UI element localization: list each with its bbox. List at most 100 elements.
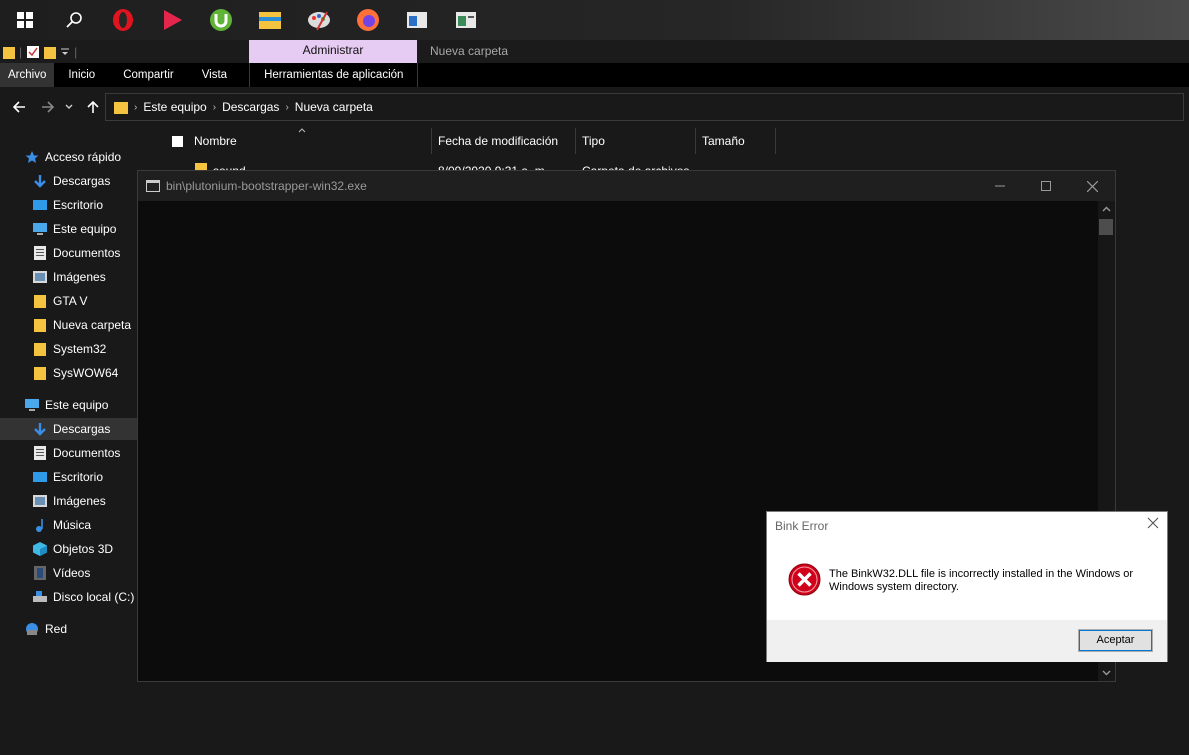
column-divider[interactable] <box>695 128 696 154</box>
close-button[interactable] <box>1069 171 1115 201</box>
scroll-down-arrow-icon[interactable] <box>1102 670 1111 676</box>
sidebar-item-musica[interactable]: Música <box>32 514 137 536</box>
column-header-tamano[interactable]: Tamaño <box>702 128 745 154</box>
arrow-right-icon <box>42 101 55 113</box>
maximize-button[interactable] <box>1023 171 1069 201</box>
dialog-close-button[interactable] <box>1147 516 1159 534</box>
sidebar-item-disco-local[interactable]: Disco local (C:) <box>32 586 137 608</box>
chevron-down-icon <box>65 104 73 109</box>
address-bar[interactable]: › Este equipo › Descargas › Nueva carpet… <box>105 93 1184 121</box>
column-header-fecha[interactable]: Fecha de modificación <box>438 128 558 154</box>
forward-button[interactable] <box>39 98 57 116</box>
column-header-nombre[interactable]: Nombre <box>194 128 237 154</box>
breadcrumb-este-equipo[interactable]: Este equipo <box>137 100 212 114</box>
scrollbar-thumb[interactable] <box>1099 219 1113 235</box>
folder-icon[interactable] <box>3 45 15 59</box>
sidebar-item-nueva-carpeta[interactable]: Nueva carpeta <box>32 314 137 336</box>
breadcrumb-nueva-carpeta[interactable]: Nueva carpeta <box>289 100 379 114</box>
dialog-message: The BinkW32.DLL file is incorrectly inst… <box>829 568 1134 593</box>
sidebar-item-descargas-pc[interactable]: Descargas <box>0 418 137 440</box>
sidebar-item-system32[interactable]: System32 <box>32 338 137 360</box>
sidebar-item-label: Descargas <box>53 422 111 436</box>
column-header-tipo[interactable]: Tipo <box>582 128 605 154</box>
sidebar-item-este-equipo[interactable]: Este equipo <box>24 394 137 416</box>
error-icon <box>788 563 821 596</box>
sidebar-item-objetos-3d[interactable]: Objetos 3D <box>32 538 137 560</box>
column-divider[interactable] <box>431 128 432 154</box>
maximize-icon <box>1041 181 1051 191</box>
error-dialog[interactable]: Bink Error The BinkW32.DLL file is incor… <box>766 511 1168 662</box>
firefox-taskbar-button[interactable] <box>343 0 392 40</box>
download-arrow-icon <box>32 421 48 437</box>
recent-locations-button[interactable] <box>63 98 75 116</box>
sort-ascending-icon <box>298 128 306 133</box>
close-icon <box>1147 517 1159 529</box>
sidebar-item-label: Objetos 3D <box>53 542 114 556</box>
folder-icon <box>32 293 48 309</box>
console-titlebar[interactable]: bin\plutonium-bootstrapper-win32.exe <box>138 171 1115 201</box>
download-arrow-icon <box>32 173 48 189</box>
breadcrumb-descargas[interactable]: Descargas <box>216 100 285 114</box>
sidebar-item-documentos[interactable]: Documentos <box>32 442 137 464</box>
sidebar-item-label: Red <box>45 622 68 636</box>
folder-icon <box>32 341 48 357</box>
tab-vista[interactable]: Vista <box>188 63 241 87</box>
sidebar-item-label: Escritorio <box>53 470 104 484</box>
context-tab-administrar[interactable]: Administrar <box>249 40 417 63</box>
search-button[interactable] <box>49 0 98 40</box>
sidebar-item-red[interactable]: Red <box>24 618 137 640</box>
play-icon <box>163 10 182 30</box>
column-divider[interactable] <box>775 128 776 154</box>
sidebar-item-videos[interactable]: Vídeos <box>32 562 137 584</box>
sidebar-item-documentos-quick[interactable]: Documentos <box>32 242 137 264</box>
folder-icon <box>258 12 281 29</box>
sidebar-item-escritorio-pc[interactable]: Escritorio <box>32 466 137 488</box>
tab-archivo[interactable]: Archivo <box>0 63 55 87</box>
customize-arrow-icon[interactable] <box>60 47 70 57</box>
column-divider[interactable] <box>575 128 576 154</box>
start-button[interactable] <box>0 0 49 40</box>
up-button[interactable] <box>84 98 102 116</box>
sidebar-item-syswow64[interactable]: SysWOW64 <box>32 362 137 384</box>
sidebar-item-escritorio[interactable]: Escritorio <box>32 194 137 216</box>
app-taskbar-button-2[interactable] <box>441 0 490 40</box>
properties-icon[interactable] <box>26 45 40 59</box>
search-icon <box>65 12 82 28</box>
music-note-icon <box>32 517 48 533</box>
sidebar-item-imagenes[interactable]: Imágenes <box>32 490 137 512</box>
tab-herramientas-de-aplicacion[interactable]: Herramientas de aplicación <box>249 63 419 87</box>
sidebar-item-label: Acceso rápido <box>45 150 122 164</box>
ribbon-tabs: Archivo Inicio Compartir Vista Herramien… <box>0 63 1189 87</box>
scroll-up-arrow-icon[interactable] <box>1102 206 1111 212</box>
file-explorer-taskbar-button[interactable] <box>245 0 294 40</box>
sidebar-item-label: Vídeos <box>53 566 91 580</box>
sidebar-item-label: Este equipo <box>53 222 117 236</box>
sidebar-item-gta-v[interactable]: GTA V <box>32 290 137 312</box>
sidebar-item-descargas[interactable]: Descargas <box>32 170 137 192</box>
tab-compartir[interactable]: Compartir <box>109 63 187 87</box>
folder-icon <box>114 102 128 114</box>
media-player-taskbar-button[interactable] <box>147 0 196 40</box>
network-icon <box>24 621 40 637</box>
app-taskbar-button-1[interactable] <box>392 0 441 40</box>
star-icon <box>24 149 40 165</box>
minimize-button[interactable] <box>977 171 1023 201</box>
select-all-checkbox[interactable] <box>172 136 183 147</box>
new-folder-icon[interactable] <box>44 45 57 59</box>
sidebar-item-acceso-rapido[interactable]: Acceso rápido <box>24 146 137 168</box>
back-button[interactable] <box>10 98 28 116</box>
computer-icon <box>32 221 48 237</box>
sidebar-item-imagenes-quick[interactable]: Imágenes <box>32 266 137 288</box>
utorrent-taskbar-button[interactable] <box>196 0 245 40</box>
sidebar-item-label: Imágenes <box>53 494 106 508</box>
sidebar-item-label: Música <box>53 518 92 532</box>
arrow-left-icon <box>12 101 25 113</box>
utorrent-icon <box>209 9 232 31</box>
tab-inicio[interactable]: Inicio <box>54 63 109 87</box>
accept-button[interactable]: Aceptar <box>1078 629 1153 652</box>
opera-taskbar-button[interactable] <box>98 0 147 40</box>
sidebar-item-este-equipo-quick[interactable]: Este equipo <box>32 218 137 240</box>
sidebar-item-label: Este equipo <box>45 398 109 412</box>
paint-taskbar-button[interactable] <box>294 0 343 40</box>
firefox-icon <box>356 9 379 31</box>
